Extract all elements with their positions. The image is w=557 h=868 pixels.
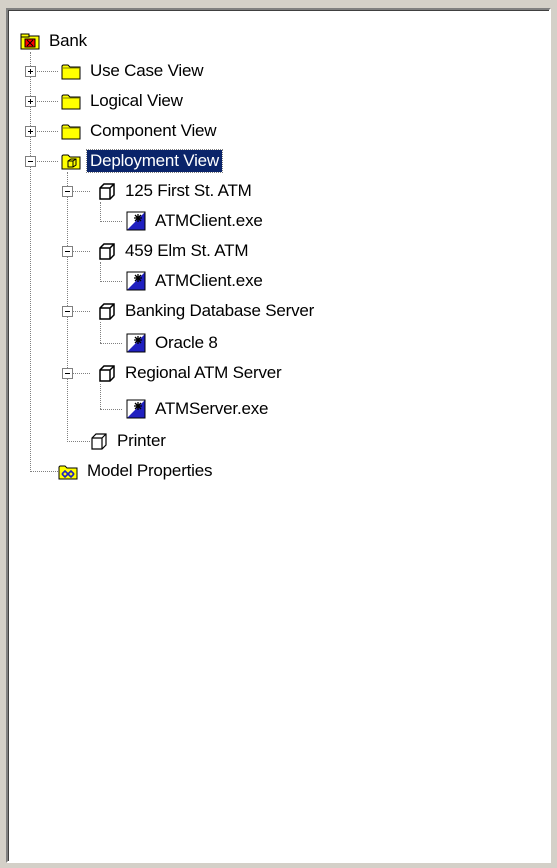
folder-icon [61, 94, 81, 110]
tree-item-bank[interactable]: Bank [20, 28, 90, 54]
tree-item-process[interactable]: Oracle 8 [126, 330, 221, 356]
model-tree[interactable]: Bank Use Case View Logical View Componen… [8, 10, 549, 861]
tree-item-label: Bank [49, 31, 87, 50]
tree-line [30, 471, 58, 472]
folder-icon [61, 64, 81, 80]
tree-line [67, 441, 90, 442]
tree-item-label: Regional ATM Server [125, 363, 282, 382]
expand-component-view-button[interactable] [25, 126, 36, 137]
tree-item-label: Banking Database Server [125, 301, 315, 320]
tree-item-process[interactable]: ATMClient.exe [126, 208, 266, 234]
collapse-node-4-button[interactable] [62, 368, 73, 379]
model-browser-panel: Bank Use Case View Logical View Componen… [6, 8, 551, 863]
folder-icon [61, 124, 81, 140]
tree-item-deployment-view[interactable]: Deployment View [61, 148, 223, 174]
tree-line [100, 281, 122, 282]
expand-use-case-view-button[interactable] [25, 66, 36, 77]
node-cube-icon [99, 303, 115, 320]
tree-line [100, 409, 122, 410]
deployment-folder-icon [61, 154, 81, 170]
tree-item-component-view[interactable]: Component View [61, 118, 219, 144]
tree-item-node[interactable]: 459 Elm St. ATM [96, 238, 251, 264]
node-cube-icon [99, 243, 115, 260]
node-cube-icon [99, 183, 115, 200]
collapse-node-3-button[interactable] [62, 306, 73, 317]
tree-item-label: Deployment View [86, 149, 223, 173]
tree-line [100, 343, 122, 344]
process-icon [126, 271, 146, 291]
tree-item-label: Model Properties [87, 461, 213, 480]
node-cube-icon [99, 365, 115, 382]
tree-line [100, 384, 101, 409]
tree-item-label: Oracle 8 [155, 333, 218, 352]
properties-icon [58, 465, 78, 480]
model-icon [20, 33, 40, 50]
tree-item-use-case-view[interactable]: Use Case View [61, 58, 206, 84]
process-icon [126, 333, 146, 353]
device-cube-icon [91, 433, 107, 450]
tree-item-label: Printer [117, 431, 166, 450]
tree-item-label: 459 Elm St. ATM [125, 241, 249, 260]
tree-line [100, 322, 101, 343]
tree-item-label: ATMClient.exe [155, 211, 263, 230]
tree-item-process[interactable]: ATMServer.exe [126, 396, 271, 422]
expand-logical-view-button[interactable] [25, 96, 36, 107]
tree-item-label: ATMClient.exe [155, 271, 263, 290]
tree-line [100, 262, 101, 282]
tree-item-label: Component View [90, 121, 217, 140]
tree-item-printer[interactable]: Printer [88, 428, 169, 454]
tree-item-model-properties[interactable]: Model Properties [58, 458, 215, 484]
tree-item-label: Logical View [90, 91, 183, 110]
collapse-node-1-button[interactable] [62, 186, 73, 197]
tree-item-node[interactable]: Banking Database Server [96, 298, 317, 324]
tree-item-process[interactable]: ATMClient.exe [126, 268, 266, 294]
collapse-deployment-view-button[interactable] [25, 156, 36, 167]
process-icon [126, 211, 146, 231]
tree-item-logical-view[interactable]: Logical View [61, 88, 186, 114]
tree-item-label: 125 First St. ATM [125, 181, 252, 200]
tree-line [100, 202, 101, 222]
tree-line [30, 52, 31, 472]
tree-item-label: ATMServer.exe [155, 399, 269, 418]
tree-item-node[interactable]: Regional ATM Server [96, 360, 285, 386]
tree-line [100, 221, 122, 222]
tree-item-node[interactable]: 125 First St. ATM [96, 178, 255, 204]
tree-item-label: Use Case View [90, 61, 204, 80]
collapse-node-2-button[interactable] [62, 246, 73, 257]
process-icon [126, 399, 146, 419]
